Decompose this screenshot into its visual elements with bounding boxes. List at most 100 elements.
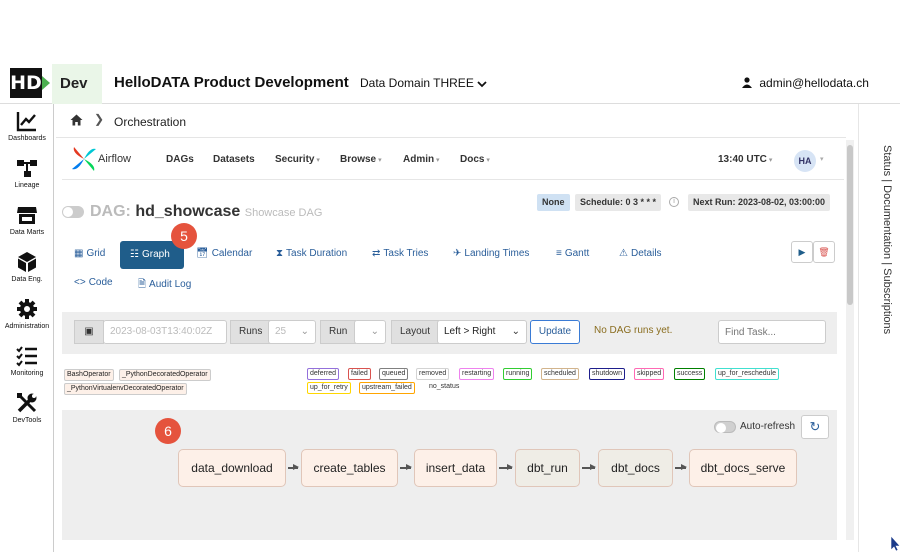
info-icon[interactable]: i — [669, 197, 679, 207]
state-legend-item[interactable]: success — [674, 368, 706, 380]
tab-landing-times[interactable]: ✈︎ Landing Times — [453, 248, 529, 259]
operator-legend-item: _PythonDecoratedOperator — [119, 369, 211, 381]
state-legend-item[interactable]: up_for_retry — [307, 382, 351, 394]
airflow-logo-icon[interactable] — [70, 145, 98, 173]
state-legend-item[interactable]: up_for_reschedule — [715, 368, 779, 380]
trash-icon: 🗑︎ — [818, 247, 830, 257]
sidebar-item-label: Dashboards — [8, 135, 46, 142]
task-node[interactable]: dbt_docs — [598, 449, 673, 487]
state-legend-item[interactable]: upstream_failed — [359, 382, 415, 394]
state-legend-item[interactable]: running — [503, 368, 533, 380]
caret-down-icon: ▾ — [484, 157, 490, 164]
sidebar-item-label: Data Marts — [9, 229, 45, 236]
menu-label: DAGs — [166, 154, 194, 165]
tab-label: Calendar — [211, 248, 253, 259]
menu-label: Security — [275, 154, 315, 165]
state-legend-item[interactable]: scheduled — [541, 368, 579, 380]
utc-time[interactable]: 13:40 UTC ▾ — [718, 154, 772, 165]
sidebar-item-data-eng[interactable]: Data Eng. — [0, 251, 54, 283]
find-task-input[interactable] — [718, 320, 826, 344]
gear-icon — [17, 299, 37, 319]
home-icon[interactable] — [70, 114, 83, 126]
base-date-input[interactable]: 2023-08-03T13:40:02Z — [103, 320, 227, 344]
task-node[interactable]: insert_data — [414, 449, 497, 487]
right-panel-toggle[interactable]: Status | Documentation | Subscriptions — [881, 145, 893, 334]
menu-admin[interactable]: Admin ▾ — [403, 154, 440, 165]
sidebar-item-monitoring[interactable]: Monitoring — [0, 345, 54, 377]
delete-dag-button[interactable]: 🗑︎ — [813, 241, 835, 263]
update-button[interactable]: Update — [530, 320, 580, 344]
task-node[interactable]: dbt_docs_serve — [689, 449, 797, 487]
tab-details[interactable]: ⚠︎ Details — [619, 248, 662, 259]
num-runs-value: 25 — [275, 326, 287, 337]
step-marker: 6 — [155, 418, 181, 444]
num-runs-select[interactable]: 25 ⌄ — [268, 320, 316, 344]
sidebar-item-lineage[interactable]: Lineage — [0, 157, 54, 189]
menu-browse[interactable]: Browse ▾ — [340, 154, 382, 165]
task-edge-arrow — [582, 464, 596, 470]
task-node[interactable]: create_tables — [301, 449, 398, 487]
state-legend-item[interactable]: deferred — [307, 368, 340, 380]
layout-select[interactable]: Left > Right ⌄ — [437, 320, 527, 344]
sidebar-item-dashboards[interactable]: Dashboards — [0, 110, 54, 142]
sidebar-item-administration[interactable]: Administration — [0, 298, 54, 330]
menu-dags[interactable]: DAGs — [166, 154, 194, 165]
calendar-icon[interactable]: ▣ — [74, 320, 104, 344]
tab-label: Code — [88, 277, 113, 288]
menu-datasets[interactable]: Datasets — [213, 154, 255, 165]
run-select[interactable]: ⌄ — [354, 320, 386, 344]
state-legend-item[interactable]: skipped — [634, 368, 665, 380]
user-menu[interactable]: admin@hellodata.ch — [742, 76, 869, 90]
task-edge-arrow — [288, 464, 299, 470]
tab-label: Landing Times — [464, 248, 530, 259]
dag-description: Showcase DAG — [244, 207, 323, 219]
hellodata-logo[interactable]: HD — [10, 68, 42, 98]
tab-grid[interactable]: ▦ Grid — [74, 248, 105, 259]
task-edge-arrow — [400, 464, 412, 470]
trigger-dag-button[interactable]: ▶ — [791, 241, 813, 263]
state-legend-item[interactable]: failed — [348, 368, 371, 380]
tab-task-duration[interactable]: ⧗ Task Duration — [276, 248, 347, 259]
tab-label: Audit Log — [149, 279, 192, 290]
dag-pause-toggle[interactable] — [62, 206, 84, 218]
environment-badge: Dev — [52, 64, 102, 104]
state-legend-item[interactable]: no_status — [427, 382, 462, 394]
app-title: HelloDATA Product Development — [114, 74, 349, 91]
airflow-brand[interactable]: Airflow — [98, 153, 131, 165]
tab-task-tries[interactable]: ⇄ Task Tries — [372, 248, 428, 259]
tab-calendar[interactable]: 📅︎ Calendar — [196, 248, 252, 259]
menu-docs[interactable]: Docs ▾ — [460, 154, 490, 165]
sidebar-item-devtools[interactable]: DevTools — [0, 392, 54, 424]
task-node[interactable]: dbt_run — [515, 449, 580, 487]
state-legend-item[interactable]: removed — [416, 368, 450, 380]
menu-security[interactable]: Security ▾ — [275, 154, 320, 165]
code-icon: <> — [74, 277, 86, 288]
state-legend-item[interactable]: shutdown — [589, 368, 625, 380]
sidebar-item-label: Lineage — [14, 182, 40, 189]
auto-refresh-toggle[interactable] — [714, 421, 736, 433]
state-legend-item[interactable]: queued — [379, 368, 409, 380]
state-legend-item[interactable]: restarting — [459, 368, 495, 380]
task-node[interactable]: data_download — [178, 449, 286, 487]
play-icon: ▶ — [798, 247, 806, 257]
caret-down-icon: ▾ — [820, 156, 824, 163]
data-domain-select[interactable]: Data Domain THREE — [360, 76, 487, 90]
tools-icon — [17, 393, 37, 413]
chevron-down-icon: ⌄ — [370, 326, 379, 337]
tab-gantt[interactable]: ≡ Gantt — [556, 248, 589, 259]
sidebar-item-label: DevTools — [12, 417, 42, 424]
auto-refresh-label: Auto-refresh — [740, 421, 796, 432]
scrollbar-thumb[interactable] — [847, 145, 853, 305]
refresh-button[interactable]: ↻ — [801, 415, 829, 439]
next-run-badge: Next Run: 2023-08-02, 03:00:00 — [688, 194, 831, 211]
grid-icon: ▦ — [74, 248, 84, 259]
tab-code[interactable]: <> Code — [74, 277, 113, 288]
caret-down-icon: ▾ — [434, 157, 440, 164]
hourglass-icon: ⧗ — [276, 248, 284, 259]
tab-audit-log[interactable]: 🗎︎ Audit Log — [138, 277, 191, 294]
user-email: admin@hellodata.ch — [759, 76, 869, 90]
task-edge-arrow — [675, 464, 687, 470]
avatar[interactable]: HA — [794, 150, 816, 172]
sidebar-item-data-marts[interactable]: Data Marts — [0, 204, 54, 236]
menu-label: Datasets — [213, 154, 255, 165]
